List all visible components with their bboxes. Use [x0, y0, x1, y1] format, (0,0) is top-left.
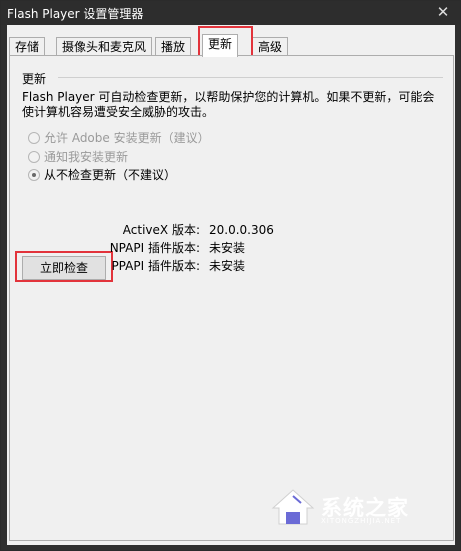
radio-button-icon — [28, 131, 40, 144]
updates-panel: 更新 Flash Player 可自动检查更新，以帮助保护您的计算机。如果不更新… — [9, 55, 454, 541]
tab-storage[interactable]: 存储 — [9, 37, 46, 56]
ppapi-version-row: PPAPI 插件版本: 未安装 — [10, 258, 270, 274]
npapi-version-value: 未安装 — [209, 241, 246, 255]
activex-version-row: ActiveX 版本: 20.0.0.306 — [10, 222, 274, 238]
radio-label: 允许 Adobe 安装更新（建议） — [44, 131, 210, 145]
settings-window: Flash Player 设置管理器 ✕ 存储 摄像头和麦克风 播放 更新 高级… — [0, 0, 461, 551]
radio-never-check[interactable]: 从不检查更新（不建议） — [28, 167, 176, 183]
updates-description: Flash Player 可自动检查更新，以帮助保护您的计算机。如果不更新，可能… — [22, 90, 435, 119]
radio-allow-auto-install[interactable]: 允许 Adobe 安装更新（建议） — [28, 130, 210, 146]
activex-version-value: 20.0.0.306 — [209, 223, 274, 237]
ppapi-version-value: 未安装 — [209, 259, 246, 273]
radio-label: 通知我安装更新 — [44, 150, 129, 164]
radio-button-icon — [28, 150, 40, 163]
radio-notify-before-install[interactable]: 通知我安装更新 — [28, 149, 128, 165]
npapi-version-row: NPAPI 插件版本: 未安装 — [10, 240, 270, 256]
group-divider — [58, 77, 443, 78]
window-title: Flash Player 设置管理器 — [7, 7, 144, 21]
tab-advanced[interactable]: 高级 — [252, 37, 289, 56]
client-area: 存储 摄像头和麦克风 播放 更新 高级 更新 Flash Player 可自动检… — [7, 25, 455, 545]
watermark-subtext: XITONGZHIJIA.NET — [321, 517, 402, 525]
activex-version-label: ActiveX 版本: — [122, 223, 200, 237]
npapi-version-label: NPAPI 插件版本: — [109, 241, 200, 255]
radio-button-checked-icon — [28, 168, 40, 181]
tab-playback[interactable]: 播放 — [155, 37, 192, 56]
tab-camera-microphone[interactable]: 摄像头和麦克风 — [56, 37, 153, 56]
watermark: 系统之家 XITONGZHIJIA.NET — [269, 486, 439, 530]
house-logo-icon — [271, 489, 315, 525]
radio-label: 从不检查更新（不建议） — [44, 168, 177, 182]
updates-group-title: 更新 — [22, 72, 47, 86]
close-icon[interactable]: ✕ — [434, 3, 452, 21]
ppapi-version-label: PPAPI 插件版本: — [111, 259, 200, 273]
tab-updates[interactable]: 更新 — [202, 34, 239, 57]
title-bar[interactable]: Flash Player 设置管理器 ✕ — [1, 1, 460, 25]
